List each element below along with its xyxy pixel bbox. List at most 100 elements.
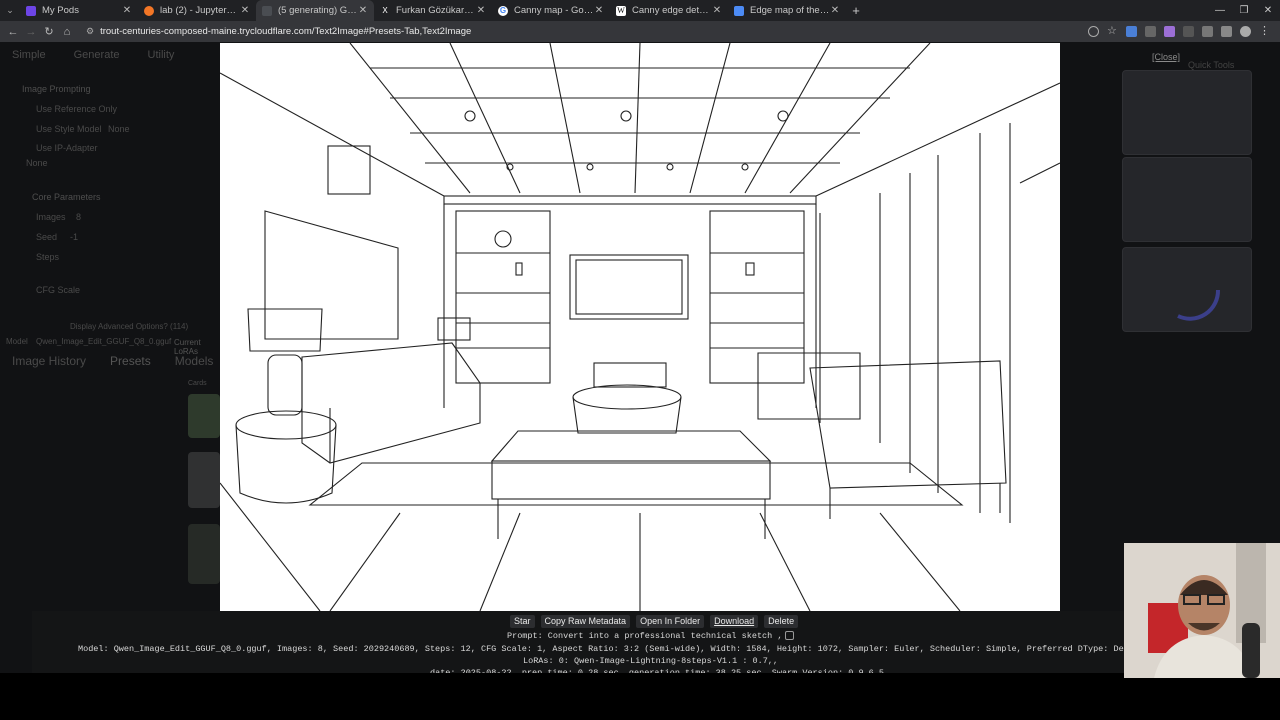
image-prompting-header[interactable]: Image Prompting — [22, 84, 91, 94]
forward-icon[interactable]: → — [22, 26, 40, 38]
use-ip-adapter-label: Use IP-Adapter — [36, 143, 98, 153]
steps-label: Steps — [36, 252, 60, 262]
preset-thumbnail[interactable] — [188, 452, 220, 508]
left-parameters-panel: Simple Generate Utility Image Prompting … — [0, 42, 220, 612]
close-window-icon[interactable]: ✕ — [1256, 0, 1280, 21]
runpod-icon — [26, 5, 36, 16]
extensions-puzzle-icon[interactable] — [1202, 26, 1213, 37]
back-icon[interactable]: ← — [4, 26, 22, 38]
ip-adapter-select[interactable]: None — [26, 158, 48, 168]
tab-title: Furkan Gözükara (@GozukaraF — [396, 5, 476, 16]
extension-icon[interactable] — [1183, 26, 1194, 37]
download-icon[interactable] — [1221, 26, 1232, 37]
open-in-folder-button[interactable]: Open In Folder — [636, 615, 705, 628]
tab-search-icon[interactable]: ⌄ — [0, 0, 20, 21]
url-field[interactable]: ⚙ trout-centuries-composed-maine.tryclou… — [82, 23, 1042, 40]
tab-presets[interactable]: Presets — [110, 354, 151, 368]
tab-title: My Pods — [42, 5, 79, 16]
download-button[interactable]: Download — [710, 615, 759, 628]
tab-wikipedia[interactable]: W Canny edge detector - Wikipe ✕ — [610, 0, 728, 21]
maximize-icon[interactable]: ❐ — [1232, 0, 1256, 21]
close-tab-icon[interactable]: ✕ — [358, 5, 368, 16]
tab-models[interactable]: Models — [175, 354, 214, 368]
seed-label: Seed — [36, 232, 58, 242]
prompt-text: Prompt: Convert into a professional tech… — [507, 631, 783, 641]
tab-x-profile[interactable]: X Furkan Gözükara (@GozukaraF ✕ — [374, 0, 492, 21]
swarm-icon — [262, 5, 272, 16]
living-room-sketch — [220, 43, 1060, 611]
star-button[interactable]: Star — [510, 615, 535, 628]
reload-icon[interactable]: ↻ — [40, 25, 58, 38]
extension-icon[interactable] — [1126, 26, 1137, 37]
tab-simple[interactable]: Simple — [12, 49, 46, 61]
close-tab-icon[interactable]: ✕ — [122, 5, 132, 16]
tab-edge-map[interactable]: Edge map of the images "Girl" ✕ — [728, 0, 846, 21]
image-actions: Star Copy Raw Metadata Open In Folder Do… — [510, 615, 799, 628]
tab-my-pods[interactable]: My Pods ✕ — [20, 0, 138, 21]
close-tab-icon[interactable]: ✕ — [712, 5, 722, 16]
menu-icon[interactable]: ⋮ — [1259, 26, 1270, 37]
zoom-icon[interactable] — [1088, 26, 1099, 37]
generated-image[interactable] — [220, 43, 1060, 611]
tab-title: (5 generating) Generate - Swa — [278, 5, 358, 16]
style-model-select[interactable]: None — [108, 124, 130, 134]
bookmark-star-icon[interactable]: ☆ — [1107, 26, 1118, 37]
close-tab-icon[interactable]: ✕ — [830, 5, 840, 16]
close-button[interactable]: [Close] — [1152, 52, 1180, 62]
prompt-line: Prompt: Convert into a professional tech… — [507, 631, 795, 641]
tab-generate[interactable]: Generate — [74, 49, 120, 61]
copy-icon[interactable] — [785, 631, 795, 641]
model-label: Model — [6, 337, 28, 346]
delete-button[interactable]: Delete — [764, 615, 799, 628]
tab-jupyterlab[interactable]: lab (2) - JupyterLab ✕ — [138, 0, 256, 21]
tab-title: Edge map of the images "Girl" — [750, 5, 830, 16]
profile-icon[interactable] — [1240, 26, 1251, 37]
images-label: Images — [36, 212, 66, 222]
minimize-icon[interactable]: — — [1208, 0, 1232, 21]
close-tab-icon[interactable]: ✕ — [240, 5, 250, 16]
window-controls: — ❐ ✕ — [1208, 0, 1280, 21]
screen-bottom-bar — [0, 673, 1280, 720]
home-icon[interactable]: ⌂ — [58, 26, 76, 38]
extensions-area: ☆ ⋮ — [1088, 26, 1270, 37]
x-logo-icon: X — [382, 5, 388, 15]
copy-raw-metadata-button[interactable]: Copy Raw Metadata — [540, 615, 631, 628]
cards-label: Cards — [188, 380, 207, 387]
google-icon: G — [498, 5, 508, 16]
batch-thumbnail[interactable] — [1122, 157, 1252, 242]
loras-line: LoRAs: 0: Qwen-Image-Lightning-8steps-V1… — [523, 656, 779, 666]
batch-thumbnail[interactable] — [1122, 70, 1252, 155]
wikipedia-icon: W — [616, 5, 626, 16]
tab-title: Canny map - Google Search — [514, 5, 594, 16]
loading-spinner-icon — [1177, 289, 1221, 321]
browser-tab-bar: ⌄ My Pods ✕ lab (2) - JupyterLab ✕ (5 ge… — [0, 0, 1280, 21]
webcam-overlay — [1124, 543, 1280, 678]
page-icon — [734, 5, 744, 16]
core-parameters-header[interactable]: Core Parameters — [32, 192, 101, 202]
url-text: trout-centuries-composed-maine.trycloudf… — [100, 26, 472, 37]
presenter-video — [1124, 543, 1280, 678]
close-tab-icon[interactable]: ✕ — [594, 5, 604, 16]
preset-thumbnail[interactable] — [188, 524, 220, 584]
seed-input[interactable]: -1 — [70, 232, 78, 242]
model-value[interactable]: Qwen_Image_Edit_GGUF_Q8_0.gguf — [36, 337, 171, 346]
batch-thumbnail-generating[interactable] — [1122, 247, 1252, 332]
preset-thumbnail[interactable] — [188, 394, 220, 438]
close-tab-icon[interactable]: ✕ — [476, 5, 486, 16]
jupyter-icon — [144, 5, 154, 16]
extension-icon[interactable] — [1145, 26, 1156, 37]
extension-icon[interactable] — [1164, 26, 1175, 37]
tab-swarmui-generate[interactable]: (5 generating) Generate - Swa ✕ — [256, 0, 374, 21]
site-info-icon[interactable]: ⚙ — [86, 26, 94, 37]
tab-image-history[interactable]: Image History — [12, 354, 86, 368]
images-input[interactable]: 8 — [76, 212, 81, 222]
new-tab-icon[interactable]: + — [846, 3, 866, 18]
tab-title: Canny edge detector - Wikipe — [632, 5, 712, 16]
tab-title: lab (2) - JupyterLab — [160, 5, 240, 16]
tab-google-search[interactable]: G Canny map - Google Search ✕ — [492, 0, 610, 21]
tab-utility[interactable]: Utility — [148, 49, 175, 61]
cfg-scale-label: CFG Scale — [36, 285, 81, 295]
address-bar: ← → ↻ ⌂ ⚙ trout-centuries-composed-maine… — [0, 21, 1280, 42]
display-advanced-toggle[interactable]: Display Advanced Options? (114) — [70, 322, 188, 331]
quick-tools-menu[interactable]: Quick Tools — [1188, 60, 1234, 70]
